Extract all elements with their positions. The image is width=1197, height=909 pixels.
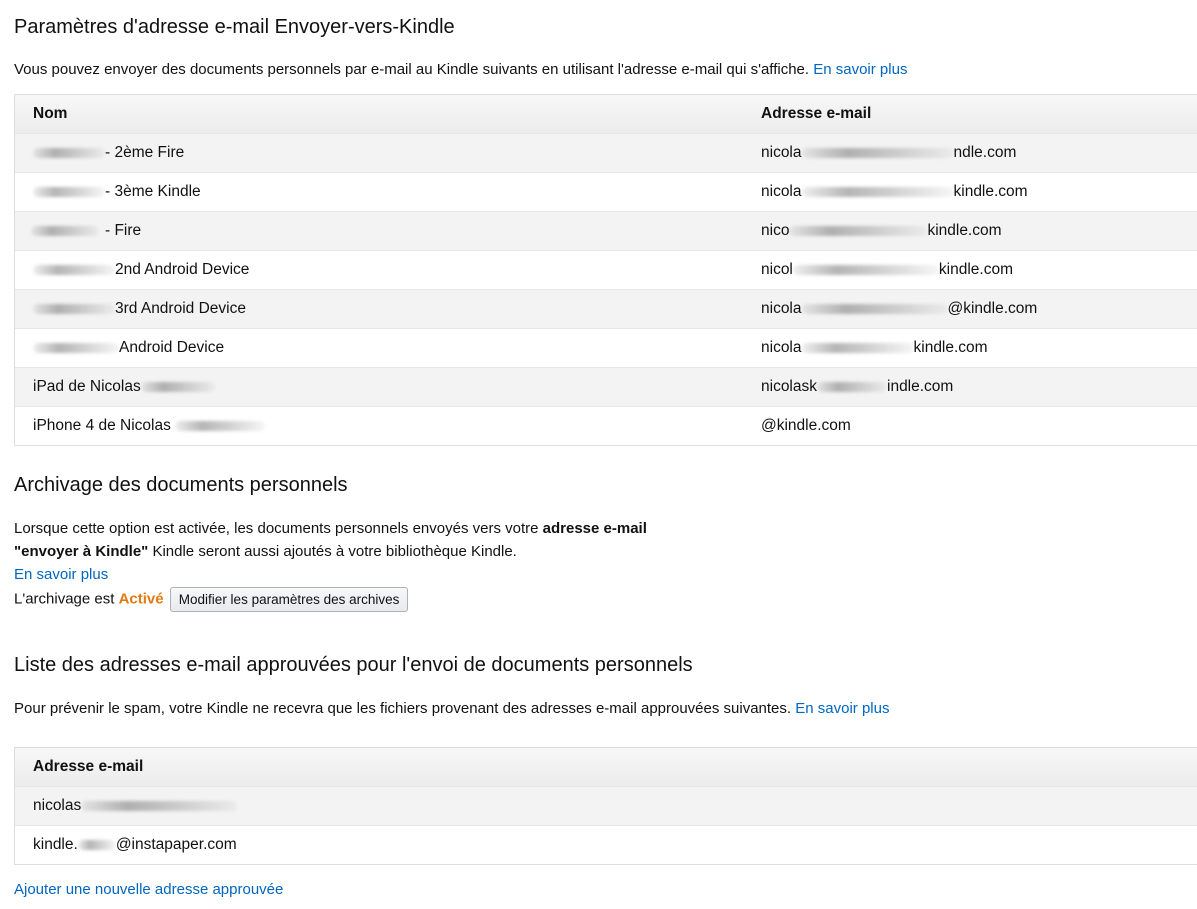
device-name: - 3ème Kindle	[33, 183, 201, 201]
table-row: - Fire nico kindle.com	[15, 211, 1197, 250]
send-to-kindle-description: Vous pouvez envoyer des documents person…	[14, 58, 907, 81]
learn-more-link[interactable]: En savoir plus	[795, 700, 889, 717]
archiving-status-line: L'archivage est Activé Modifier les para…	[14, 587, 409, 612]
table-row: Android Device nicola kindle.com	[15, 328, 1197, 367]
device-name: iPhone 4 de Nicolas	[33, 417, 266, 435]
device-email: @kindle.com	[761, 417, 851, 434]
learn-more-link[interactable]: En savoir plus	[14, 566, 108, 583]
device-email: nicola kindle.com	[761, 339, 988, 356]
table-row: - 2ème Fire nicola ndle.com	[15, 133, 1197, 172]
section-title-archiving: Archivage des documents personnels	[14, 474, 348, 496]
table-header: Nom Adresse e-mail	[15, 95, 1197, 133]
redaction-blur	[81, 800, 238, 811]
device-name: iPad de Nicolas	[33, 378, 215, 396]
page: Paramètres d'adresse e-mail Envoyer-vers…	[0, 0, 1197, 909]
redaction-blur	[817, 381, 887, 392]
redaction-blur	[801, 303, 948, 314]
table-row: - 3ème Kindle nicola kindle.com	[15, 172, 1197, 211]
device-email: nico kindle.com	[761, 222, 1002, 239]
redaction-blur	[33, 186, 105, 197]
redaction-blur	[792, 264, 939, 275]
device-email: nicola ndle.com	[761, 144, 1017, 161]
device-name: - 2ème Fire	[33, 144, 184, 162]
section-title-send-to-kindle: Paramètres d'adresse e-mail Envoyer-vers…	[14, 16, 455, 38]
table-row: iPad de Nicolas nicolask indle.com	[15, 367, 1197, 406]
redaction-blur	[140, 381, 215, 392]
redaction-blur	[789, 225, 928, 236]
device-email: nicolask indle.com	[761, 378, 954, 395]
device-name: 2nd Android Device	[33, 261, 249, 279]
redaction-blur	[77, 839, 116, 850]
modify-archive-settings-button[interactable]: Modifier les paramètres des archives	[169, 587, 409, 612]
redaction-blur	[33, 264, 115, 275]
col-header-name: Nom	[33, 105, 68, 122]
table-row: iPhone 4 de Nicolas @kindle.com	[15, 406, 1197, 445]
archiving-status-value: Activé	[118, 590, 164, 608]
redaction-blur	[801, 186, 954, 197]
add-approved-email-line: Ajouter une nouvelle adresse approuvée	[14, 878, 283, 901]
redaction-blur	[33, 342, 119, 353]
archiving-description-line2: "envoyer à Kindle" Kindle seront aussi a…	[14, 543, 517, 560]
redaction-blur	[801, 342, 914, 353]
col-header-email: Adresse e-mail	[761, 105, 872, 122]
device-email: nicol kindle.com	[761, 261, 1013, 278]
archiving-description-line1: Lorsque cette option est activée, les do…	[14, 520, 647, 537]
table-row: 2nd Android Device nicol kindle.com	[15, 250, 1197, 289]
add-approved-email-link[interactable]: Ajouter une nouvelle adresse approuvée	[14, 881, 283, 898]
devices-table: Nom Adresse e-mail - 2ème Fire nicola ndl…	[14, 94, 1197, 446]
approved-emails-table: Adresse e-mail nicolas kindle. @instapape…	[14, 747, 1197, 865]
description-text: Vous pouvez envoyer des documents person…	[14, 61, 810, 78]
table-row: kindle. @instapaper.com	[15, 825, 1197, 864]
redaction-blur	[33, 147, 105, 158]
archiving-learn-more-line: En savoir plus	[14, 563, 108, 586]
approved-emails-description: Pour prévenir le spam, votre Kindle ne r…	[14, 700, 890, 717]
approved-email: kindle. @instapaper.com	[33, 836, 237, 853]
device-email: nicola @kindle.com	[761, 300, 1038, 317]
table-header: Adresse e-mail	[15, 748, 1197, 786]
device-name: - Fire	[31, 222, 141, 240]
redaction-blur	[31, 225, 99, 236]
col-header-email: Adresse e-mail	[33, 758, 144, 775]
redaction-blur	[175, 420, 266, 431]
archiving-status-label: L'archivage est	[14, 590, 119, 608]
table-row: nicolas	[15, 786, 1197, 825]
learn-more-link[interactable]: En savoir plus	[813, 61, 907, 78]
redaction-blur	[33, 303, 115, 314]
device-name: 3rd Android Device	[33, 300, 246, 318]
section-title-approved-emails: Liste des adresses e-mail approuvées pou…	[14, 654, 693, 676]
device-name: Android Device	[33, 339, 224, 357]
table-row: 3rd Android Device nicola @kindle.com	[15, 289, 1197, 328]
device-email: nicola kindle.com	[761, 183, 1028, 200]
redaction-blur	[801, 147, 954, 158]
approved-email: nicolas	[33, 797, 238, 815]
